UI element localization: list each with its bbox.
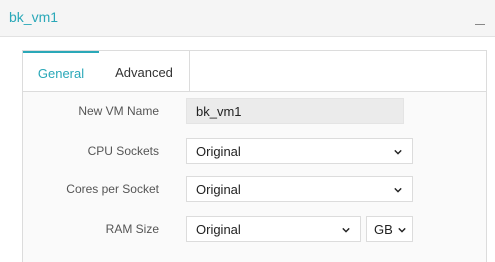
vm-name-field[interactable]: bk_vm1 [186, 98, 404, 124]
ram-size-label: RAM Size [105, 222, 159, 236]
vm-name-label: New VM Name [78, 104, 159, 118]
cpu-sockets-row: CPU Sockets Original [23, 138, 486, 164]
vm-name-row: New VM Name bk_vm1 [23, 98, 486, 124]
chevron-down-icon [398, 227, 406, 233]
chevron-down-icon [342, 227, 350, 233]
ram-size-value: Original [196, 222, 241, 237]
cores-per-socket-value: Original [196, 182, 241, 197]
ram-size-select[interactable]: Original [186, 216, 361, 242]
general-tab-content: New VM Name bk_vm1 CPU Sockets Original … [23, 91, 486, 262]
cpu-sockets-label: CPU Sockets [87, 144, 159, 158]
chevron-down-icon [394, 149, 402, 155]
minus-icon[interactable] [475, 24, 485, 25]
cpu-sockets-value: Original [196, 144, 241, 159]
ram-size-row: RAM Size Original GB [23, 216, 486, 242]
tab-advanced[interactable]: Advanced [99, 51, 190, 91]
cpu-sockets-select[interactable]: Original [186, 138, 413, 164]
tab-general[interactable]: General [23, 51, 100, 92]
tab-bar: General Advanced [23, 51, 486, 92]
chevron-down-icon [394, 187, 402, 193]
panel-title: bk_vm1 [9, 9, 59, 25]
cores-per-socket-select[interactable]: Original [186, 176, 413, 202]
tab-container: General Advanced New VM Name bk_vm1 CPU … [22, 50, 487, 262]
ram-unit-select[interactable]: GB [366, 216, 413, 242]
cores-per-socket-row: Cores per Socket Original [23, 176, 486, 202]
cores-per-socket-label: Cores per Socket [66, 182, 159, 196]
vm-settings-panel: bk_vm1 General Advanced New VM Name bk_v… [0, 0, 495, 262]
ram-unit-value: GB [374, 222, 393, 237]
panel-header: bk_vm1 [0, 0, 495, 37]
